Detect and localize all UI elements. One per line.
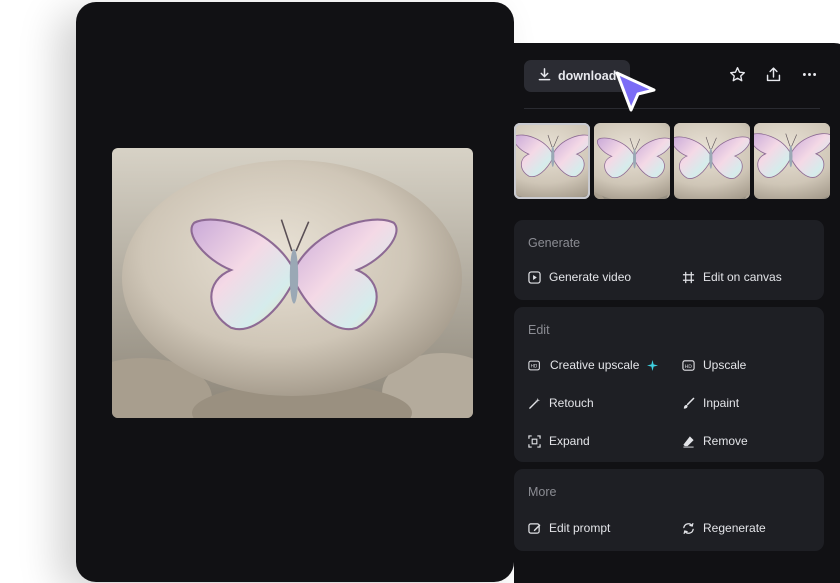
creative-upscale-button[interactable]: HD Creative upscale <box>528 358 659 372</box>
magic-wand-icon <box>529 397 541 409</box>
generate-section: Generate Generate video Edit on canvas <box>514 220 824 300</box>
hd-icon: HD <box>682 359 695 371</box>
item-label: Generate video <box>549 270 632 284</box>
eraser-icon <box>683 435 694 448</box>
brush-icon <box>683 397 695 409</box>
item-label: Inpaint <box>703 396 740 410</box>
item-label: Edit on canvas <box>703 270 782 284</box>
download-icon <box>538 68 551 84</box>
generate-video-button[interactable]: Generate video <box>528 270 631 284</box>
regenerate-button[interactable]: Regenerate <box>682 521 766 535</box>
edit-section: Edit HD Creative upscale HD Upscale Reto… <box>514 307 824 462</box>
svg-text:HD: HD <box>685 363 692 369</box>
star-icon[interactable] <box>728 65 746 83</box>
remove-button[interactable]: Remove <box>682 434 748 448</box>
main-image[interactable] <box>112 148 473 418</box>
play-icon <box>528 270 541 284</box>
thumbnail[interactable] <box>514 123 590 199</box>
section-title: Edit <box>528 323 550 337</box>
section-title: More <box>528 485 557 499</box>
more-section: More Edit prompt Regenerate <box>514 469 824 551</box>
thumbnail[interactable] <box>754 123 830 199</box>
upscale-button[interactable]: HD Upscale <box>682 358 746 372</box>
edit-prompt-icon <box>528 522 541 534</box>
sparkle-icon <box>647 359 659 371</box>
divider <box>524 108 820 109</box>
item-label: Regenerate <box>703 521 766 535</box>
expand-button[interactable]: Expand <box>528 434 590 448</box>
more-icon[interactable] <box>800 65 818 83</box>
thumbnail[interactable] <box>594 123 670 199</box>
section-title: Generate <box>528 236 581 250</box>
refresh-icon <box>683 522 694 534</box>
edit-on-canvas-button[interactable]: Edit on canvas <box>682 270 782 284</box>
retouch-button[interactable]: Retouch <box>528 396 594 410</box>
item-label: Creative upscale <box>550 358 640 372</box>
actions-panel: download Generate Generate video Edit on… <box>514 43 840 583</box>
image-viewer-card <box>76 2 514 582</box>
item-label: Edit prompt <box>549 521 611 535</box>
inpaint-button[interactable]: Inpaint <box>682 396 739 410</box>
download-label: download <box>558 69 617 83</box>
item-label: Retouch <box>549 396 594 410</box>
expand-icon <box>528 434 541 448</box>
item-label: Remove <box>703 434 748 448</box>
share-icon[interactable] <box>764 65 782 83</box>
pointer-cursor-icon <box>614 70 658 121</box>
svg-text:HD: HD <box>531 363 538 369</box>
thumbnail[interactable] <box>674 123 750 199</box>
hd-plus-icon: HD <box>528 360 540 370</box>
item-label: Upscale <box>703 358 747 372</box>
thumbnail-strip <box>514 123 830 199</box>
edit-prompt-button[interactable]: Edit prompt <box>528 521 610 535</box>
item-label: Expand <box>549 434 590 448</box>
canvas-icon <box>682 271 695 283</box>
